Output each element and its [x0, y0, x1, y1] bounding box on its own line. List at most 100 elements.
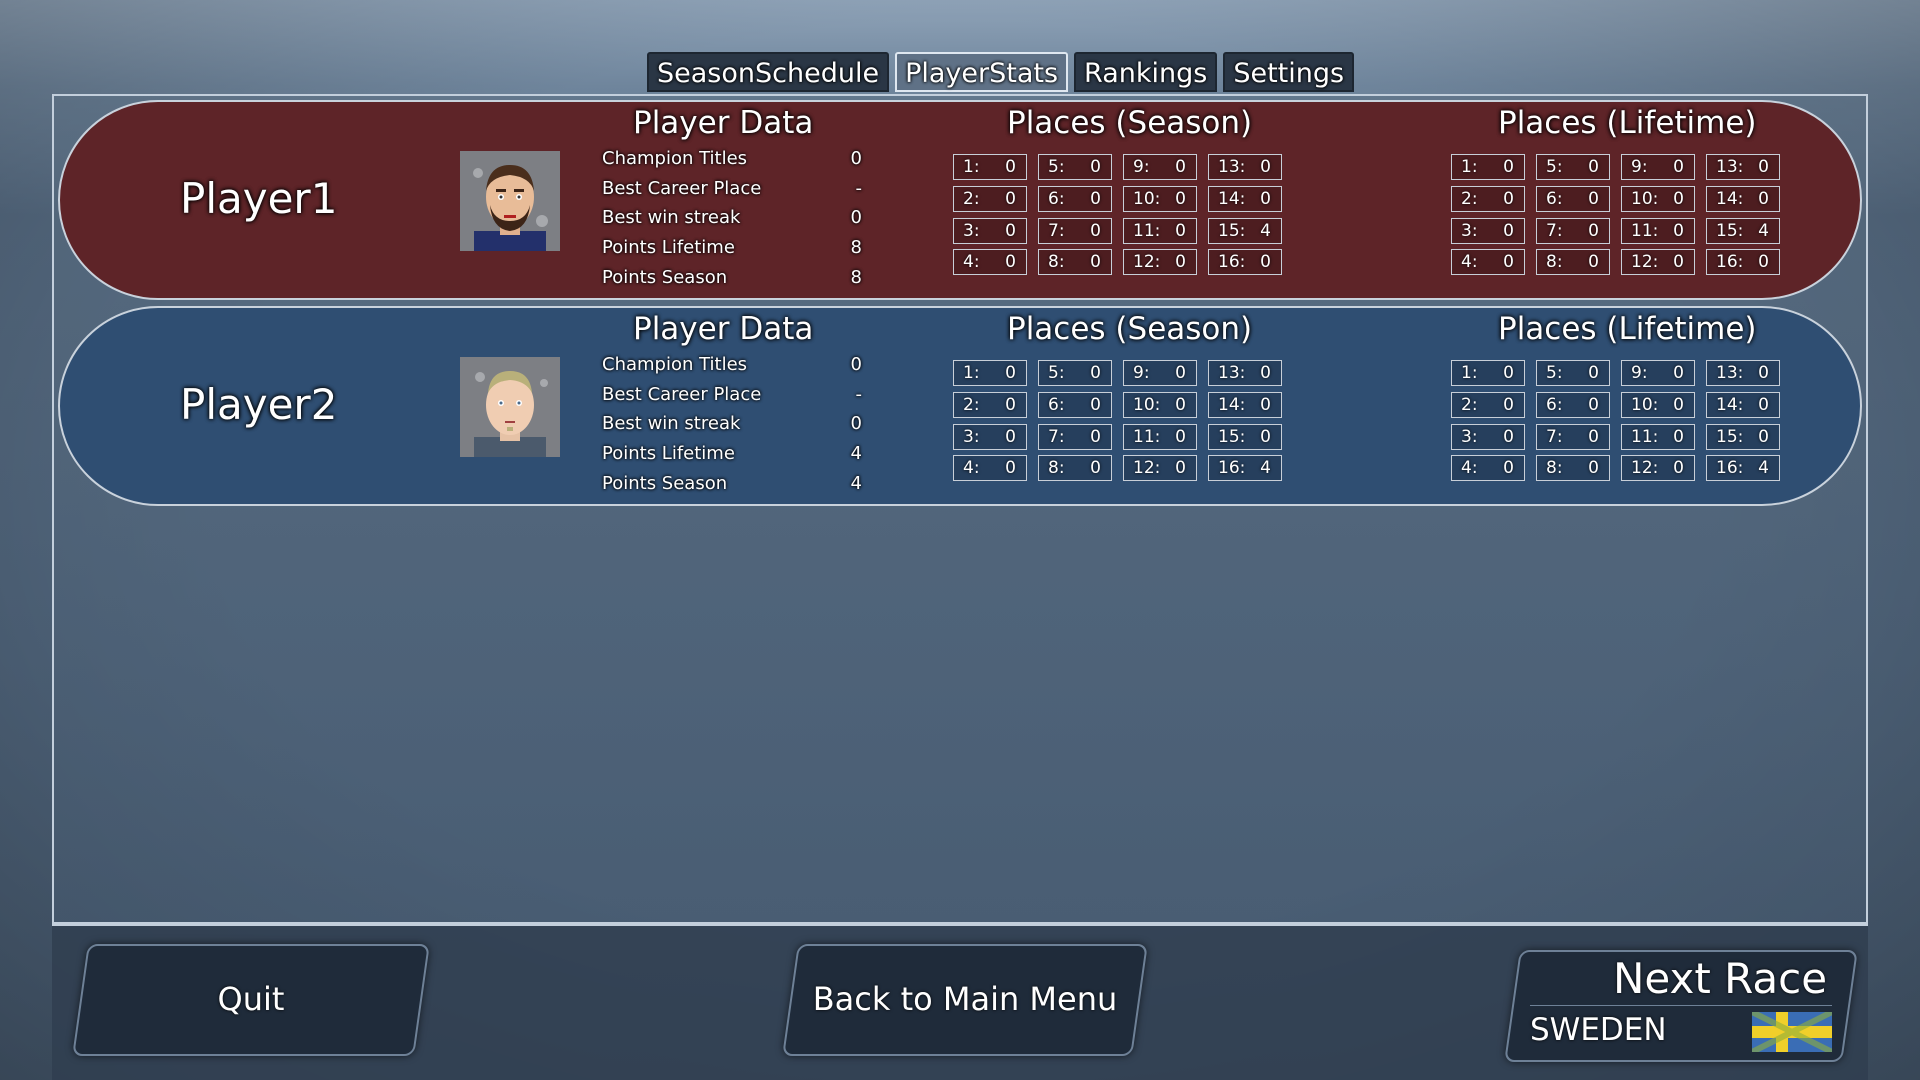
place-count: 0 — [1503, 220, 1514, 241]
place-number: 16: — [1218, 458, 1246, 479]
place-count: 0 — [1673, 394, 1684, 415]
place-number: 5: — [1048, 363, 1065, 383]
tab-season-schedule[interactable]: SeasonSchedule — [647, 52, 890, 92]
place-number: 3: — [1461, 426, 1478, 447]
next-race-button[interactable]: Next Race SWEDEN — [1504, 950, 1858, 1062]
player-name: Player1 — [180, 174, 338, 223]
place-count: 0 — [1503, 252, 1514, 273]
place-cell: 16: 4 — [1706, 455, 1780, 482]
tab-rankings[interactable]: Rankings — [1074, 52, 1218, 92]
place-number: 6: — [1546, 394, 1563, 415]
stat-row: Points Lifetime 4 — [602, 443, 862, 465]
place-number: 7: — [1546, 426, 1563, 447]
place-count: 0 — [1005, 363, 1016, 383]
place-number: 12: — [1631, 458, 1659, 479]
place-count: 0 — [1005, 458, 1016, 479]
place-number: 3: — [963, 426, 980, 447]
place-cell: 9: 0 — [1123, 360, 1197, 386]
places-lifetime-title: Places (Lifetime) — [1498, 311, 1757, 347]
quit-label: Quit — [217, 980, 285, 1018]
place-count: 0 — [1758, 363, 1769, 383]
place-count: 0 — [1503, 426, 1514, 447]
place-cell: 5: 0 — [1536, 360, 1610, 386]
place-number: 3: — [963, 220, 980, 241]
back-label: Back to Main Menu — [812, 980, 1118, 1018]
place-number: 14: — [1716, 394, 1744, 415]
place-count: 0 — [1588, 363, 1599, 383]
quit-button[interactable]: Quit — [72, 944, 430, 1056]
place-cell: 6: 0 — [1038, 185, 1112, 212]
place-count: 0 — [1175, 252, 1186, 273]
place-number: 1: — [1461, 157, 1478, 177]
place-cell: 13: 0 — [1208, 360, 1282, 386]
place-count: 0 — [1673, 252, 1684, 273]
player1-avatar-icon — [460, 151, 560, 251]
place-number: 9: — [1133, 157, 1150, 177]
place-cell: 12: 0 — [1621, 249, 1695, 276]
place-count: 0 — [1175, 394, 1186, 415]
place-number: 14: — [1716, 188, 1744, 209]
player2-avatar-icon — [460, 357, 560, 457]
place-count: 0 — [1005, 188, 1016, 209]
place-number: 4: — [1461, 458, 1478, 479]
place-count: 0 — [1175, 363, 1186, 383]
place-cell: 13: 0 — [1208, 154, 1282, 180]
place-count: 0 — [1673, 220, 1684, 241]
place-count: 0 — [1503, 188, 1514, 209]
place-number: 15: — [1716, 426, 1744, 447]
place-count: 0 — [1260, 426, 1271, 447]
stat-row: Champion Titles 0 — [602, 354, 862, 375]
place-cell: 3: 0 — [1451, 423, 1525, 450]
place-number: 11: — [1631, 220, 1659, 241]
player-data-title: Player Data — [633, 311, 814, 347]
place-count: 0 — [1090, 363, 1101, 383]
place-number: 7: — [1048, 220, 1065, 241]
place-cell: 12: 0 — [1123, 455, 1197, 482]
places-lifetime-title: Places (Lifetime) — [1498, 105, 1757, 141]
next-race-label: Next Race — [1612, 954, 1828, 1003]
place-cell: 14: 0 — [1706, 185, 1780, 212]
place-cell: 10: 0 — [1123, 185, 1197, 212]
back-to-main-menu-button[interactable]: Back to Main Menu — [782, 944, 1148, 1056]
place-number: 6: — [1048, 394, 1065, 415]
place-count: 0 — [1503, 157, 1514, 177]
place-number: 4: — [963, 458, 980, 479]
place-count: 0 — [1005, 220, 1016, 241]
place-number: 2: — [1461, 394, 1478, 415]
place-cell: 5: 0 — [1038, 360, 1112, 386]
tab-settings[interactable]: Settings — [1223, 52, 1355, 92]
place-number: 1: — [963, 157, 980, 177]
next-country-label: SWEDEN — [1530, 1012, 1667, 1048]
place-cell: 4: 0 — [953, 249, 1027, 276]
place-count: 4 — [1758, 220, 1769, 241]
place-cell: 15: 0 — [1208, 423, 1282, 450]
place-count: 0 — [1175, 458, 1186, 479]
place-count: 0 — [1588, 426, 1599, 447]
place-count: 0 — [1588, 188, 1599, 209]
place-count: 0 — [1758, 157, 1769, 177]
place-cell: 11: 0 — [1123, 423, 1197, 450]
stat-row: Points Season 4 — [602, 472, 862, 494]
player-row-2: Player2 Player Data Champion Titles 0 Bes… — [58, 306, 1862, 506]
place-count: 0 — [1758, 426, 1769, 447]
place-count: 0 — [1090, 394, 1101, 415]
tab-player-stats[interactable]: PlayerStats — [895, 52, 1069, 92]
place-cell: 2: 0 — [953, 185, 1027, 212]
place-cell: 10: 0 — [1123, 391, 1197, 418]
place-count: 0 — [1090, 157, 1101, 177]
place-cell: 5: 0 — [1038, 154, 1112, 180]
place-cell: 2: 0 — [1451, 391, 1525, 418]
places-lifetime-grid: 1: 0 2: 0 3: 0 4: 0 5: 0 6: 0 7: 0 8: 0 9: 0 10: 0 11: 0 12: 0 1… — [1451, 154, 1781, 279]
place-count: 0 — [1090, 458, 1101, 479]
place-count: 0 — [1588, 220, 1599, 241]
place-cell: 14: 0 — [1208, 391, 1282, 418]
place-cell: 1: 0 — [1451, 154, 1525, 180]
place-cell: 11: 0 — [1621, 423, 1695, 450]
places-season-grid: 1: 0 2: 0 3: 0 4: 0 5: 0 6: 0 7: 0 8: 0 9: 0 10: 0 11: 0 12: 0 1… — [953, 360, 1283, 485]
place-count: 0 — [1673, 157, 1684, 177]
place-number: 15: — [1218, 220, 1246, 241]
place-cell: 11: 0 — [1621, 217, 1695, 244]
place-cell: 3: 0 — [1451, 217, 1525, 244]
player-name: Player2 — [180, 380, 338, 429]
place-cell: 2: 0 — [953, 391, 1027, 418]
